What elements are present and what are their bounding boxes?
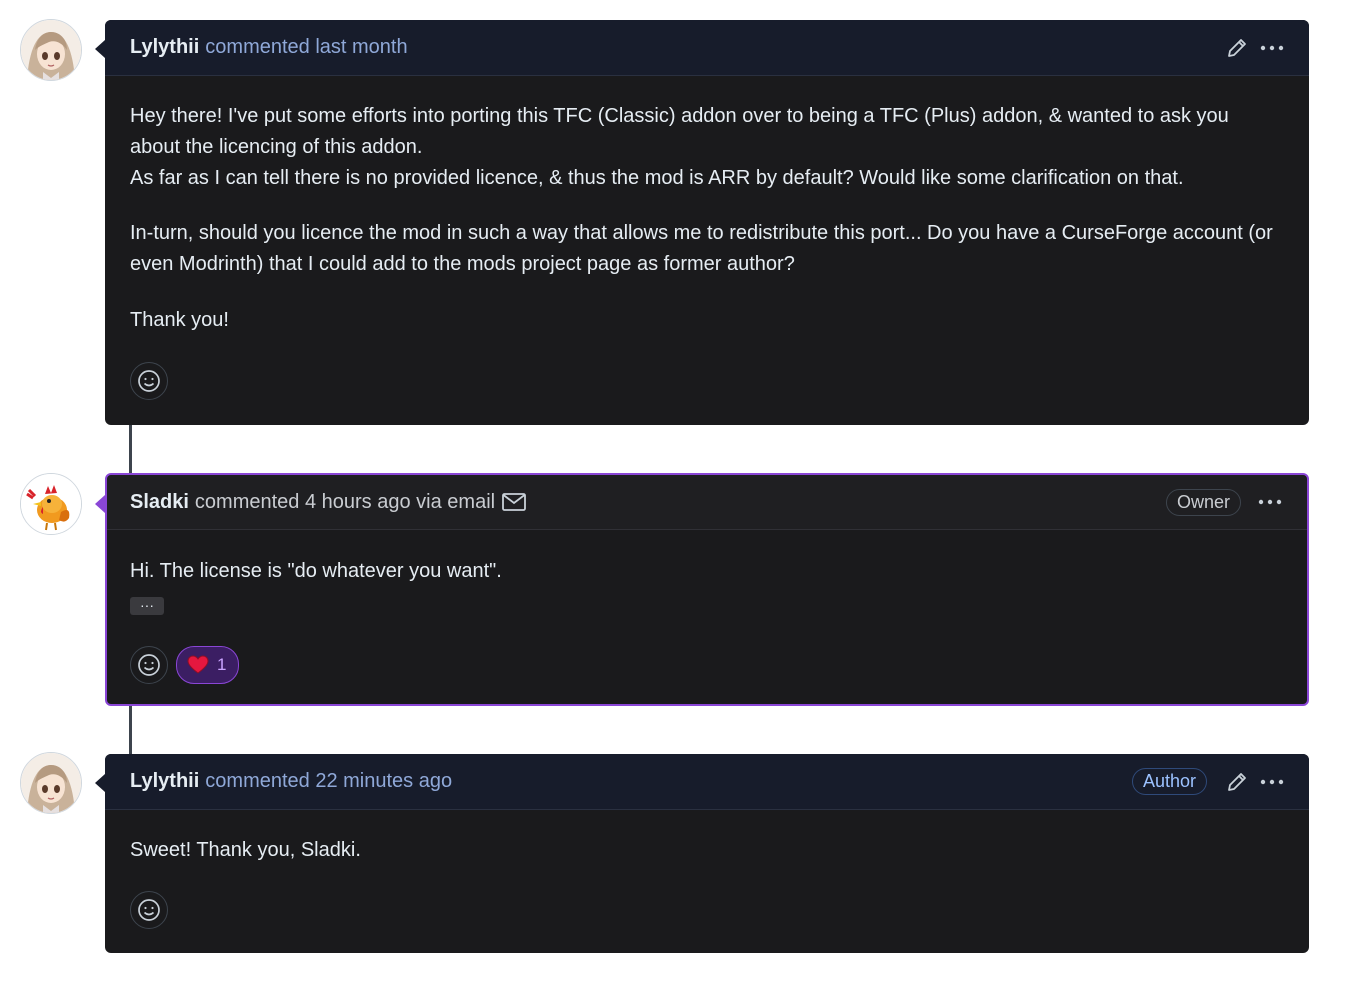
comment-card: Sladki commented 4 hours ago via email O…	[95, 473, 1309, 706]
add-reaction-button[interactable]	[130, 646, 168, 684]
timeline-connector	[129, 705, 132, 754]
avatar[interactable]	[20, 473, 82, 535]
mail-icon	[501, 491, 527, 513]
comment-author[interactable]: Lylythii	[130, 770, 199, 793]
comment-paragraph: Sweet! Thank you, Sladki.	[130, 839, 361, 861]
comment-author[interactable]: Sladki	[130, 491, 189, 514]
comment-paragraph: Thank you!	[130, 309, 229, 331]
comment-body: Hi. The license is "do whatever you want…	[107, 530, 1307, 620]
heart-icon	[187, 655, 209, 674]
comment-card: Lylythii commented 22 minutes ago Author…	[95, 754, 1309, 953]
pencil-icon[interactable]	[1225, 36, 1249, 60]
owner-badge: Owner	[1165, 488, 1241, 516]
add-reaction-button[interactable]	[130, 362, 168, 400]
comment-header: Lylythii commented last month	[105, 20, 1309, 76]
timeline-connector	[129, 425, 132, 473]
kebab-menu-icon[interactable]	[1259, 778, 1285, 786]
pencil-icon[interactable]	[1225, 770, 1249, 794]
kebab-menu-icon[interactable]	[1259, 44, 1285, 52]
comment-paragraph: Hey there! I've put some efforts into po…	[130, 105, 1229, 189]
comment-header: Lylythii commented 22 minutes ago Author	[105, 754, 1309, 810]
show-hidden-text-button[interactable]: ···	[130, 597, 164, 615]
comment-header: Sladki commented 4 hours ago via email O…	[107, 475, 1307, 530]
comment-body: Hey there! I've put some efforts into po…	[105, 76, 1309, 336]
reactions-bar	[105, 362, 1309, 400]
heart-reaction-button[interactable]: 1	[176, 646, 240, 684]
reactions-bar: 1	[107, 646, 1307, 684]
smiley-icon	[138, 370, 160, 392]
reaction-count: 1	[217, 655, 227, 674]
comment-author[interactable]: Lylythii	[130, 36, 199, 59]
comment-paragraph: In-turn, should you licence the mod in s…	[130, 222, 1273, 275]
smiley-icon	[138, 654, 160, 676]
add-reaction-button[interactable]	[130, 891, 168, 929]
comment-timestamp[interactable]: commented last month	[205, 36, 407, 59]
avatar[interactable]	[20, 752, 82, 814]
author-badge: Author	[1131, 768, 1207, 795]
smiley-icon	[138, 899, 160, 921]
avatar[interactable]	[20, 19, 82, 81]
comment-card: Lylythii commented last month Hey there!…	[95, 20, 1309, 425]
comment-timestamp[interactable]: commented 22 minutes ago	[205, 770, 452, 793]
comment-body: Sweet! Thank you, Sladki.	[105, 810, 1309, 866]
comment-paragraph: Hi. The license is "do whatever you want…	[130, 560, 502, 582]
reactions-bar	[105, 891, 1309, 929]
comment-timestamp[interactable]: commented 4 hours ago via email	[195, 491, 495, 514]
kebab-menu-icon[interactable]	[1257, 498, 1283, 506]
